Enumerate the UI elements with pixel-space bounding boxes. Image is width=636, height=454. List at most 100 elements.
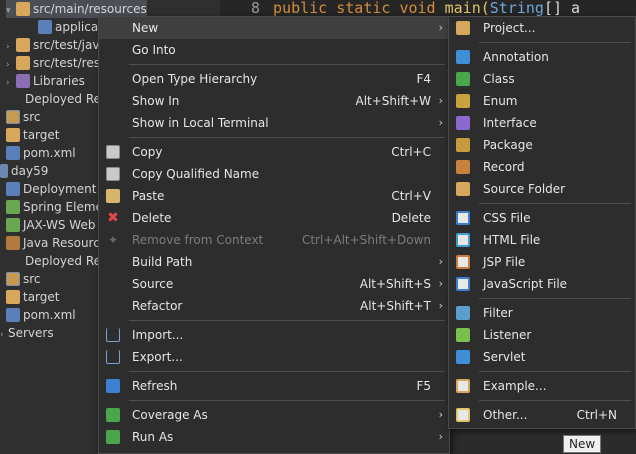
submenu-item-package[interactable]: Package bbox=[449, 134, 635, 156]
tree-item[interactable]: target bbox=[6, 288, 60, 306]
menu-item-show-in[interactable]: Show In Alt+Shift+W › bbox=[99, 90, 449, 112]
menu-item-label: Export... bbox=[132, 350, 183, 364]
submenu-arrow-icon: › bbox=[438, 116, 443, 129]
css-file-icon bbox=[456, 211, 470, 225]
menu-item-label: Listener bbox=[483, 328, 532, 342]
menu-separator bbox=[129, 320, 445, 321]
menu-item-label: New bbox=[132, 21, 159, 35]
java-resource-icon bbox=[6, 236, 20, 250]
xml-icon bbox=[38, 20, 52, 34]
tree-item[interactable]: pom.xml bbox=[6, 306, 76, 324]
submenu-item-other[interactable]: Other... Ctrl+N bbox=[449, 404, 635, 426]
tree-item[interactable]: JAX-WS Web bbox=[6, 216, 95, 234]
tree-item[interactable]: Deployment I bbox=[6, 180, 104, 198]
submenu-item-enum[interactable]: Enum bbox=[449, 90, 635, 112]
submenu-item-project[interactable]: Project... bbox=[449, 17, 635, 39]
menu-item-label: Filter bbox=[483, 306, 513, 320]
tree-item[interactable]: › Servers bbox=[0, 324, 54, 342]
menu-item-open-type-hierarchy[interactable]: Open Type Hierarchy F4 bbox=[99, 68, 449, 90]
tree-item-label: target bbox=[23, 290, 60, 304]
tree-item[interactable]: src bbox=[6, 108, 41, 126]
submenu-item-annotation[interactable]: Annotation bbox=[449, 46, 635, 68]
tree-item[interactable]: day59 bbox=[0, 162, 48, 180]
menu-item-import[interactable]: Import... bbox=[99, 324, 449, 346]
menu-item-copy[interactable]: Copy Ctrl+C bbox=[99, 141, 449, 163]
delete-icon: ✖ bbox=[107, 210, 119, 226]
menu-item-shortcut: F4 bbox=[416, 72, 431, 86]
submenu-item-filter[interactable]: Filter bbox=[449, 302, 635, 324]
expand-twisty-icon[interactable]: › bbox=[6, 74, 16, 92]
interface-icon bbox=[456, 116, 470, 130]
tree-item[interactable]: applicat bbox=[38, 18, 103, 36]
tree-item-label: Deployment I bbox=[23, 182, 104, 196]
folder-icon bbox=[16, 2, 30, 16]
tree-item[interactable]: Spring Eleme bbox=[6, 198, 103, 216]
tree-item[interactable]: Java Resource bbox=[6, 234, 107, 252]
copy-icon bbox=[106, 145, 120, 159]
submenu-item-servlet[interactable]: Servlet bbox=[449, 346, 635, 368]
tree-item[interactable]: › src/test/jav bbox=[6, 36, 99, 54]
menu-item-refactor[interactable]: Refactor Alt+Shift+T › bbox=[99, 295, 449, 317]
menu-item-paste[interactable]: Paste Ctrl+V bbox=[99, 185, 449, 207]
menu-item-coverage-as[interactable]: Coverage As › bbox=[99, 404, 449, 426]
menu-item-run-as[interactable]: Run As › bbox=[99, 426, 449, 448]
tree-item-label: target bbox=[23, 128, 60, 142]
code-type: String bbox=[489, 0, 544, 16]
submenu-item-html-file[interactable]: HTML File bbox=[449, 229, 635, 251]
submenu-arrow-icon: › bbox=[438, 299, 443, 312]
menu-item-build-path[interactable]: Build Path › bbox=[99, 251, 449, 273]
menu-item-shortcut: Ctrl+C bbox=[391, 145, 431, 159]
submenu-item-listener[interactable]: Listener bbox=[449, 324, 635, 346]
menu-item-go-into[interactable]: Go Into bbox=[99, 39, 449, 61]
submenu-item-class[interactable]: Class bbox=[449, 68, 635, 90]
example-icon bbox=[456, 379, 470, 393]
package-icon bbox=[456, 138, 470, 152]
tree-item-label: src/test/res bbox=[33, 56, 100, 70]
tree-item[interactable]: target bbox=[6, 126, 60, 144]
menu-item-source[interactable]: Source Alt+Shift+S › bbox=[99, 273, 449, 295]
tree-item[interactable]: pom.xml bbox=[6, 144, 76, 162]
tree-item[interactable]: src bbox=[6, 270, 41, 288]
menu-item-new[interactable]: New › bbox=[99, 17, 449, 39]
submenu-arrow-icon: › bbox=[438, 255, 443, 268]
code-editor-line[interactable]: 8 public static void main(String[] a bbox=[220, 0, 636, 16]
submenu-item-interface[interactable]: Interface bbox=[449, 112, 635, 134]
tree-item[interactable]: › Libraries bbox=[6, 72, 85, 90]
submenu-item-example[interactable]: Example... bbox=[449, 375, 635, 397]
tree-item-label: applicat bbox=[55, 20, 103, 34]
tree-item[interactable]: Deployed Res bbox=[25, 252, 107, 270]
menu-separator bbox=[129, 137, 445, 138]
menu-item-shortcut: F5 bbox=[416, 379, 431, 393]
submenu-item-jsp-file[interactable]: JSP File bbox=[449, 251, 635, 273]
menu-item-label: Annotation bbox=[483, 50, 549, 64]
submenu-arrow-icon: › bbox=[438, 94, 443, 107]
xml-icon bbox=[6, 308, 20, 322]
menu-item-delete[interactable]: ✖ Delete Delete bbox=[99, 207, 449, 229]
menu-item-refresh[interactable]: Refresh F5 bbox=[99, 375, 449, 397]
context-menu: New › Go Into Open Type Hierarchy F4 Sho… bbox=[98, 16, 450, 454]
menu-item-copy-qualified-name[interactable]: Copy Qualified Name bbox=[99, 163, 449, 185]
menu-item-label: Refactor bbox=[132, 299, 183, 313]
submenu-item-css-file[interactable]: CSS File bbox=[449, 207, 635, 229]
source-folder-icon bbox=[456, 182, 470, 196]
submenu-item-record[interactable]: Record bbox=[449, 156, 635, 178]
menu-item-export[interactable]: Export... bbox=[99, 346, 449, 368]
menu-item-label: Package bbox=[483, 138, 533, 152]
tree-item-label: day59 bbox=[11, 164, 49, 178]
library-icon bbox=[16, 74, 30, 88]
submenu-item-source-folder[interactable]: Source Folder bbox=[449, 178, 635, 200]
menu-item-show-in-local-terminal[interactable]: Show in Local Terminal › bbox=[99, 112, 449, 134]
submenu-item-javascript-file[interactable]: JavaScript File bbox=[449, 273, 635, 295]
tree-item-label: JAX-WS Web bbox=[23, 218, 96, 232]
refresh-icon bbox=[106, 379, 120, 393]
tree-item-label: src bbox=[23, 110, 41, 124]
expand-twisty-icon[interactable]: › bbox=[0, 326, 8, 344]
tree-item[interactable]: Deployed Res bbox=[25, 90, 107, 108]
submenu-arrow-icon: › bbox=[438, 430, 443, 443]
tree-item[interactable]: › src/test/res bbox=[6, 54, 100, 72]
menu-item-label: Remove from Context bbox=[132, 233, 264, 247]
code-keyword: public bbox=[273, 0, 328, 16]
expand-twisty-icon[interactable]: ▾ bbox=[6, 2, 16, 20]
code-keyword: void bbox=[399, 0, 436, 16]
html-file-icon bbox=[456, 233, 470, 247]
